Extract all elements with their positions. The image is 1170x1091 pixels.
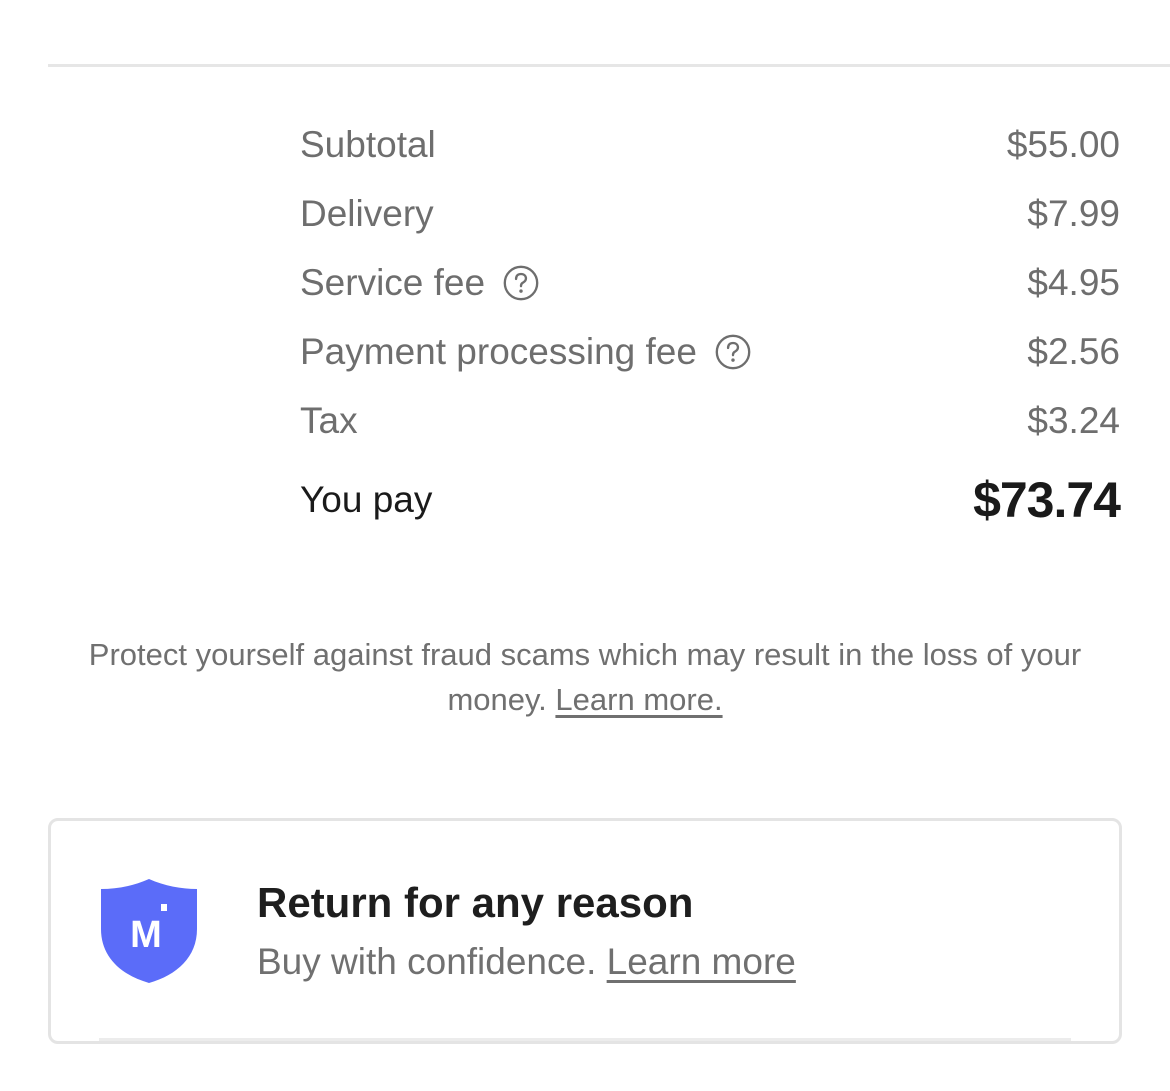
guarantee-learn-more-link[interactable]: Learn more [607,941,796,982]
guarantee-subtitle: Buy with confidence. [257,941,607,982]
summary-row-delivery: Delivery $7.99 [300,189,1120,239]
guarantee-title: Return for any reason [257,879,694,926]
card-bottom-divider [99,1038,1071,1041]
shield-m-icon: M [101,879,197,983]
delivery-label: Delivery [300,193,434,234]
service-fee-amount: $4.95 [1027,262,1120,303]
shield-letter: M [130,914,162,956]
total-label: You pay [300,479,433,520]
summary-row-total: You pay $73.74 [300,470,1121,530]
service-fee-label: Service fee [300,262,486,303]
fraud-learn-more-link[interactable]: Learn more. [555,682,722,717]
summary-row-subtotal: Subtotal $55.00 [300,120,1120,170]
summary-row-service-fee: Service fee $4.95 [300,258,1120,308]
subtotal-label: Subtotal [300,124,436,165]
guarantee-subtitle-line: Buy with confidence. Learn more [257,941,796,983]
total-amount: $73.74 [973,472,1121,528]
summary-row-payment-processing-fee: Payment processing fee $2.56 [300,327,1120,377]
top-divider [48,64,1170,67]
payment-processing-fee-amount: $2.56 [1027,331,1120,372]
payment-processing-fee-help-icon[interactable] [715,334,751,370]
fraud-notice: Protect yourself against fraud scams whi… [48,632,1122,722]
tax-label: Tax [300,400,358,441]
service-fee-help-icon[interactable] [503,265,539,301]
return-guarantee-card: M Return for any reason Buy with confide… [48,818,1122,1044]
subtotal-amount: $55.00 [1006,124,1120,165]
payment-processing-fee-label: Payment processing fee [300,331,697,372]
summary-row-tax: Tax $3.24 [300,396,1120,446]
delivery-amount: $7.99 [1027,193,1120,234]
tax-amount: $3.24 [1027,400,1120,441]
